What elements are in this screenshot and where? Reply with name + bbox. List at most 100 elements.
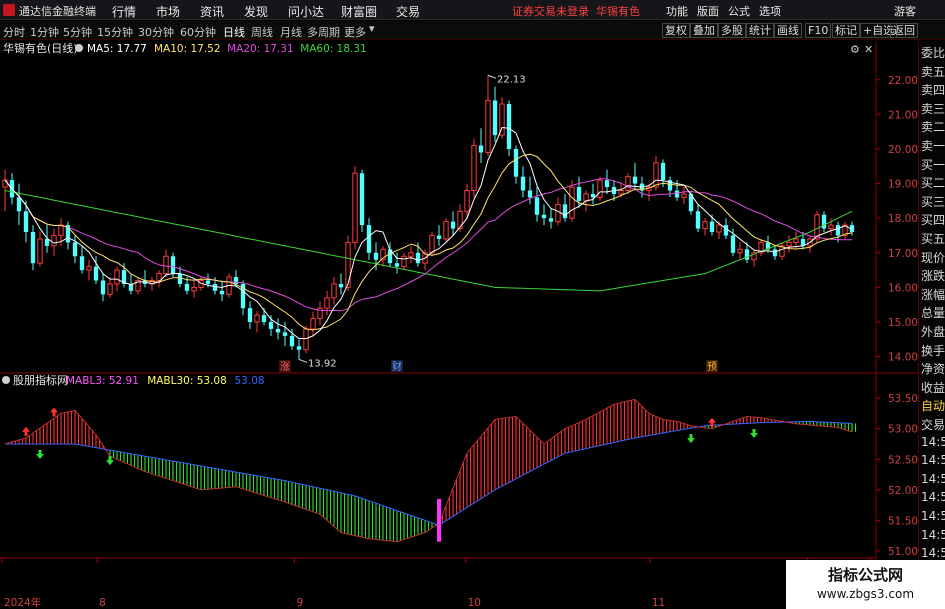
mark-button[interactable]: 标记 bbox=[832, 23, 860, 38]
period-multi[interactable]: 多周期 bbox=[307, 24, 340, 40]
sidebar-item-17: 净资 bbox=[921, 362, 945, 377]
candle-up bbox=[401, 255, 407, 268]
period-30min[interactable]: 30分钟 bbox=[138, 24, 174, 40]
menu-functions[interactable]: 功能 bbox=[666, 3, 688, 19]
candle-down bbox=[296, 346, 302, 350]
period-60min[interactable]: 60分钟 bbox=[180, 24, 216, 40]
ma-label-0: MA5: 17.77 bbox=[87, 43, 147, 55]
sidebar-item-0: 委比 bbox=[921, 46, 945, 60]
period-15min[interactable]: 15分钟 bbox=[97, 24, 133, 40]
sidebar-item-6: 买一 bbox=[921, 157, 945, 172]
back-button[interactable]: 返回 bbox=[890, 23, 918, 38]
sidebar-item-15: 外盘 bbox=[921, 325, 945, 339]
candle-down bbox=[93, 266, 99, 281]
ma10-line bbox=[4, 153, 853, 331]
close-icon[interactable]: ✕ bbox=[864, 43, 873, 56]
candle-up bbox=[254, 314, 260, 323]
gear-icon[interactable]: ⚙ bbox=[850, 43, 860, 56]
stats-button[interactable]: 统计 bbox=[746, 23, 774, 38]
down-arrow-icon bbox=[687, 434, 695, 444]
sidebar-item-19[interactable]: 自动 bbox=[921, 397, 945, 414]
menu-wenxiaoda[interactable]: 问小达 bbox=[288, 3, 324, 20]
candle-up bbox=[625, 176, 631, 192]
period-1min[interactable]: 1分钟 bbox=[30, 24, 59, 40]
sub-panel-settings-icon[interactable] bbox=[2, 376, 10, 384]
indicator-tick-label: 52.50 bbox=[888, 454, 918, 466]
menu-news[interactable]: 资讯 bbox=[200, 3, 224, 20]
period-more[interactable]: 更多 bbox=[344, 24, 366, 40]
candle-down bbox=[247, 308, 253, 323]
candle-down bbox=[177, 273, 183, 284]
candle-up bbox=[2, 179, 8, 188]
candle-down bbox=[44, 238, 50, 246]
ma-label-3: MA60: 18.31 bbox=[300, 43, 367, 55]
candle-down bbox=[205, 280, 211, 284]
candle-up bbox=[471, 145, 477, 192]
panel-settings-icon[interactable] bbox=[75, 44, 83, 52]
menu-market[interactable]: 市场 bbox=[156, 3, 180, 20]
ma-label-2: MA20: 17.31 bbox=[227, 43, 294, 55]
candle-up bbox=[583, 193, 589, 202]
multi-stock-button[interactable]: 多股 bbox=[718, 23, 746, 38]
sidebar-item-8: 买三 bbox=[921, 194, 945, 209]
menu-layout[interactable]: 版面 bbox=[697, 3, 719, 19]
main-panel-header: 华锡有色(日线) MA5: 17.77 MA10: 17.52 MA20: 17.3… bbox=[3, 41, 367, 55]
period-daily[interactable]: 日线 bbox=[223, 24, 245, 40]
down-arrow-icon bbox=[750, 428, 758, 438]
panel-controls: ⚙ ✕ bbox=[850, 43, 873, 56]
ma-label-1: MA10: 17.52 bbox=[154, 43, 221, 55]
price-tick-label: 18.00 bbox=[888, 213, 918, 225]
adjust-button[interactable]: 复权 bbox=[662, 23, 690, 38]
high-label: 22.13 bbox=[497, 74, 526, 85]
period-monthly[interactable]: 月线 bbox=[280, 24, 302, 40]
sidebar-item-20[interactable]: 交易 bbox=[921, 416, 945, 433]
candle-up bbox=[485, 100, 491, 153]
ma20-line bbox=[4, 178, 852, 312]
sidebar-item-3: 卖三 bbox=[921, 101, 945, 116]
watermark-url: www.zbgs3.com bbox=[816, 587, 915, 601]
sidebar-item-1: 卖五 bbox=[921, 64, 945, 79]
menu-discover[interactable]: 发现 bbox=[244, 3, 268, 20]
low-pointer bbox=[298, 358, 308, 363]
site-watermark: 指标公式网 www.zbgs3.com bbox=[786, 560, 945, 609]
app-name: 通达信金融终端 bbox=[19, 5, 96, 18]
kline-chart[interactable]: 华锡有色(日线) MA5: 17.77 MA10: 17.52 MA20: 17.3… bbox=[0, 41, 918, 609]
indicator-title: 股朋指标网 bbox=[13, 373, 68, 387]
period-5min[interactable]: 5分钟 bbox=[63, 24, 92, 40]
guest-user[interactable]: 游客 bbox=[894, 3, 916, 19]
sidebar-item-11: 现价 bbox=[921, 250, 945, 265]
candle-down bbox=[709, 221, 715, 233]
sidebar-item-5: 卖一 bbox=[921, 139, 945, 153]
menu-options[interactable]: 选项 bbox=[759, 3, 781, 19]
candle-down bbox=[359, 173, 365, 226]
more-chevron-icon[interactable]: ▾ bbox=[369, 22, 375, 35]
period-weekly[interactable]: 周线 bbox=[251, 24, 273, 40]
candle-down bbox=[170, 256, 176, 274]
candle-up bbox=[786, 241, 792, 247]
menu-trade[interactable]: 交易 bbox=[396, 3, 420, 20]
menu-formula[interactable]: 公式 bbox=[728, 3, 750, 19]
candle-down bbox=[520, 176, 526, 191]
time-tick-label: 2024年 bbox=[4, 596, 41, 609]
candle-up bbox=[429, 234, 435, 254]
candle-up bbox=[716, 224, 722, 233]
overlay-button[interactable]: 叠加 bbox=[690, 23, 718, 38]
f10-button[interactable]: F10 bbox=[805, 23, 832, 38]
watermark-title: 指标公式网 bbox=[827, 566, 903, 584]
indicator-tick-label: 51.50 bbox=[888, 515, 918, 527]
period-intraday[interactable]: 分时 bbox=[3, 24, 25, 40]
sub-panel-header: 股朋指标网 MABL3: 52.91 MABL30: 53.08 53.08 bbox=[2, 373, 265, 387]
menu-wealth-circle[interactable]: 财富圈 bbox=[341, 3, 377, 20]
indicator-tick-label: 53.50 bbox=[888, 393, 918, 405]
candle-up bbox=[618, 190, 624, 195]
ma-legend: MA5: 17.77 MA10: 17.52 MA20: 17.31 MA60: 18… bbox=[87, 43, 367, 55]
draw-line-button[interactable]: 画线 bbox=[774, 23, 802, 38]
candle-down bbox=[695, 211, 701, 229]
sidebar-item-21: 14:56 bbox=[921, 434, 945, 449]
trade-login-warning[interactable]: 证券交易未登录 华锡有色 bbox=[512, 3, 640, 19]
candle-down bbox=[30, 232, 36, 264]
candle-up bbox=[58, 224, 64, 236]
candle-down bbox=[261, 315, 267, 323]
menu-quotes[interactable]: 行情 bbox=[112, 3, 136, 20]
candle-down bbox=[821, 214, 827, 229]
